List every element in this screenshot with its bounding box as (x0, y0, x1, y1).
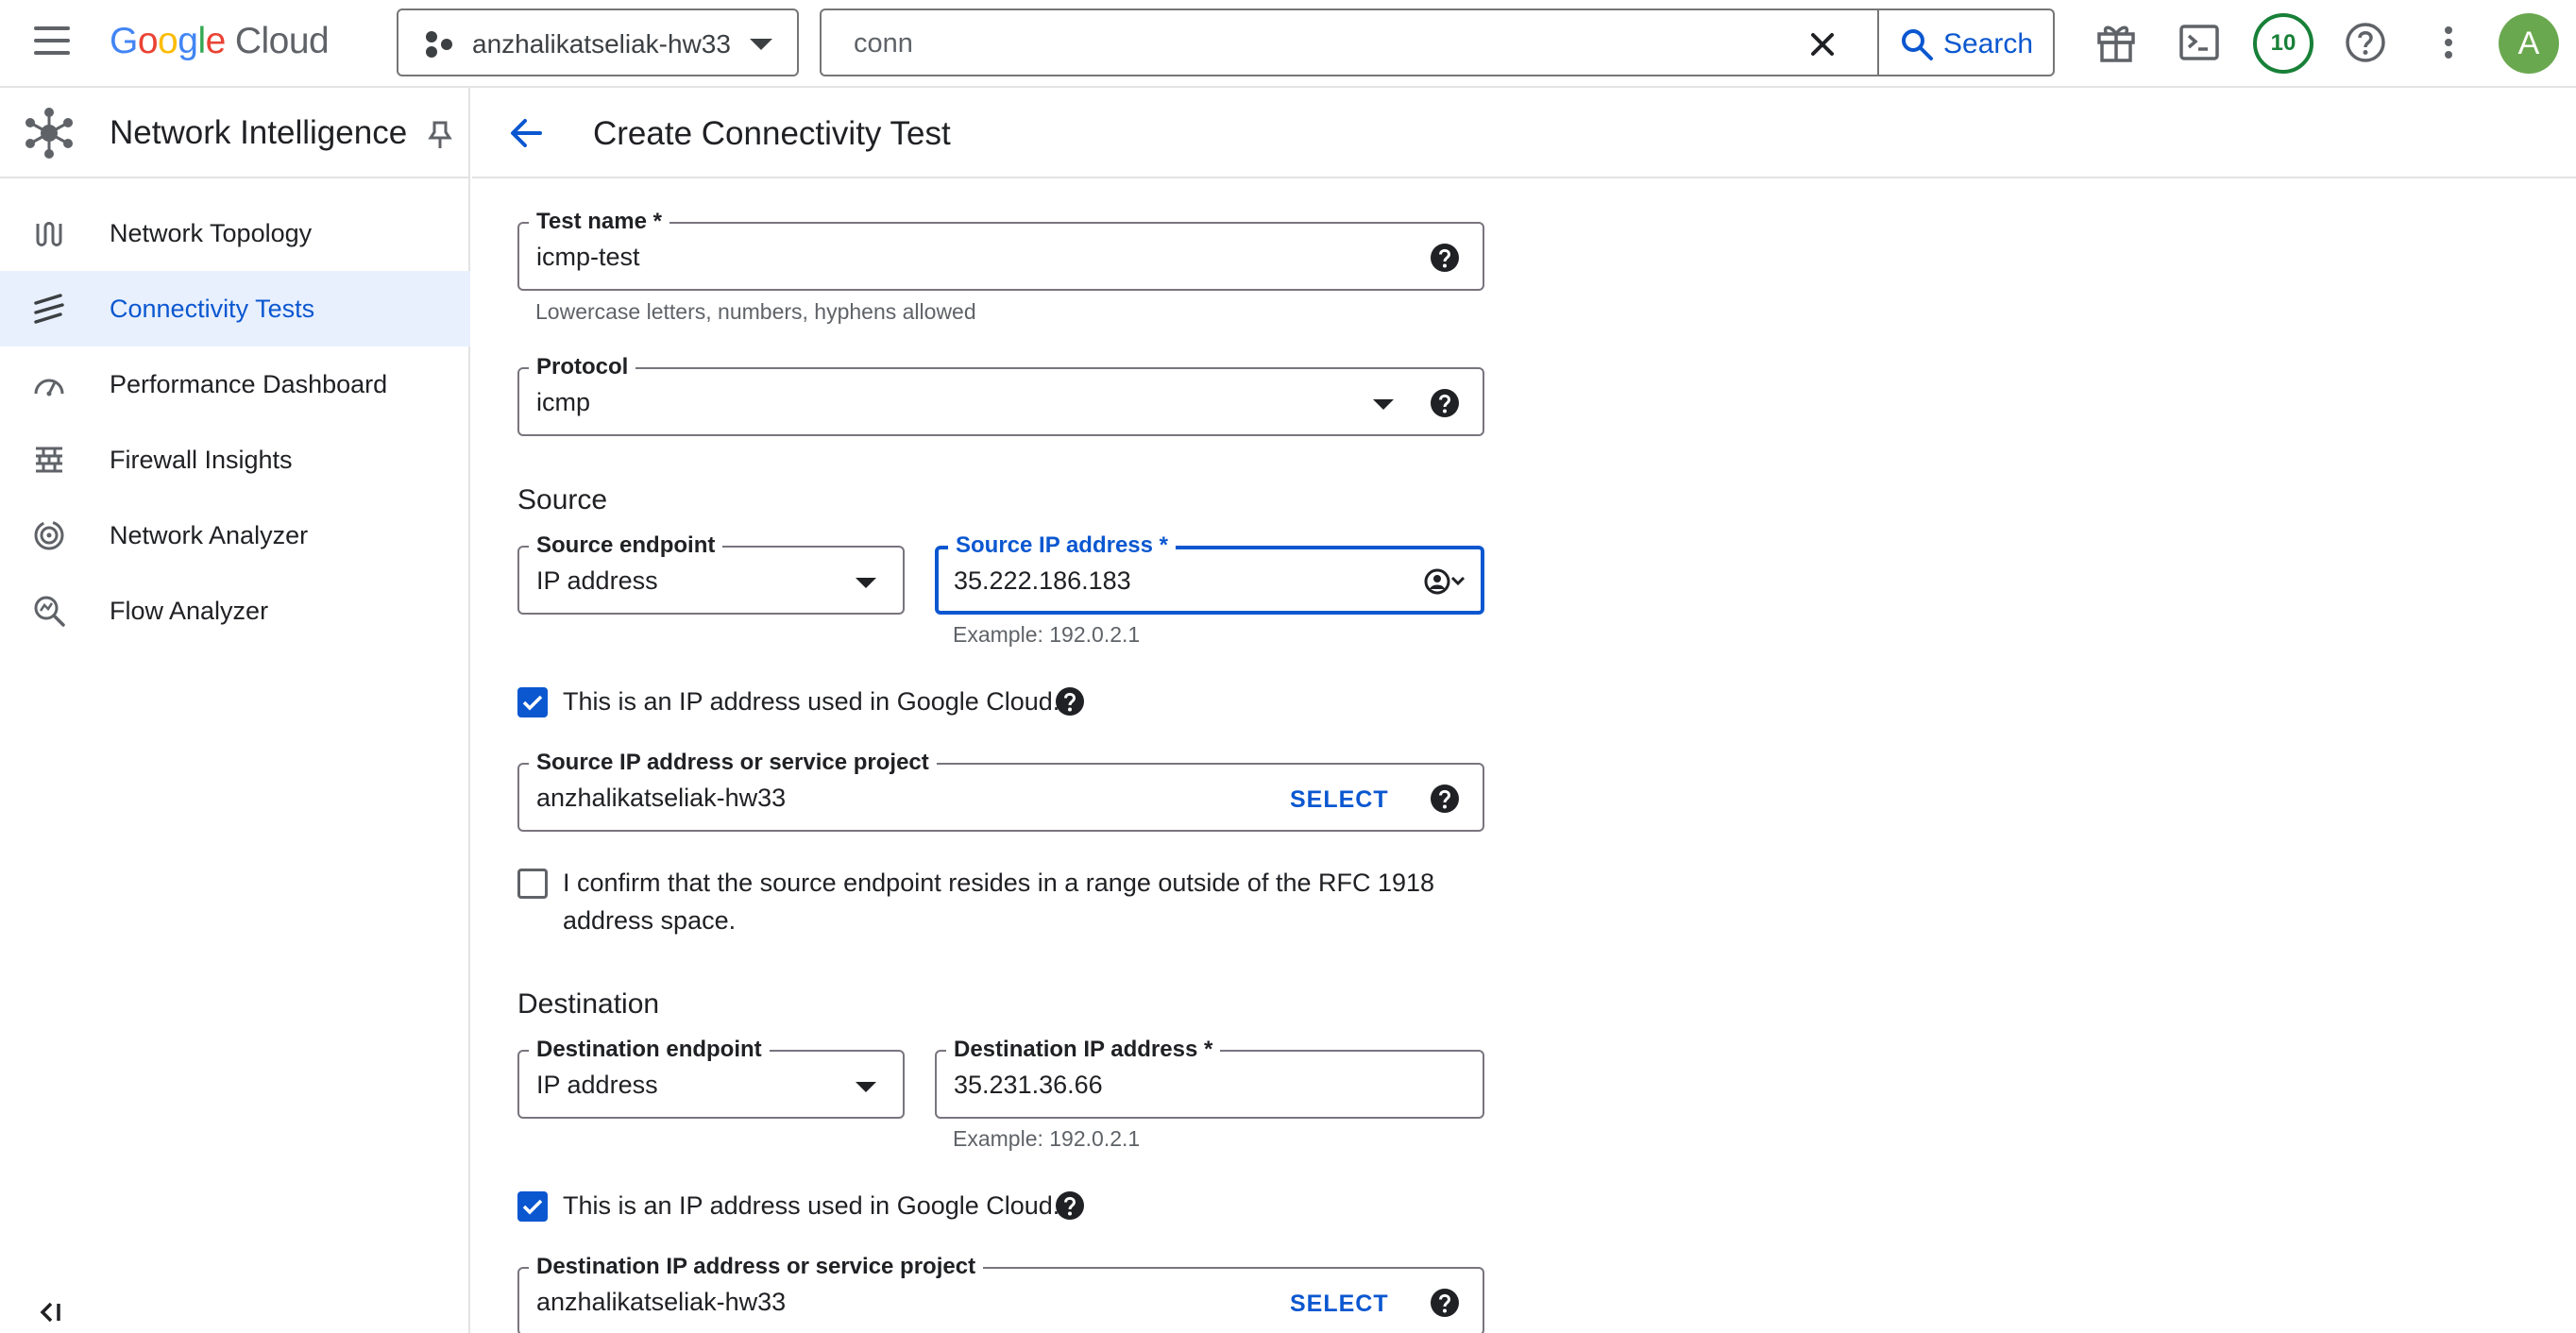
destination-endpoint-value: IP address (536, 1071, 658, 1099)
project-picker[interactable]: anzhalikatseliak-hw33 (397, 8, 799, 76)
sidebar-item-label: Performance Dashboard (110, 370, 388, 398)
destination-gcloud-checkbox-label: This is an IP address used in Google Clo… (563, 1191, 1060, 1220)
source-project-value: anzhalikatseliak-hw33 (536, 784, 787, 812)
top-bar: GoogleCloud anzhalikatseliak-hw33 Search… (0, 0, 2576, 88)
sidebar-item-flow-analyzer[interactable]: Flow Analyzer (0, 573, 470, 649)
test-name-value: icmp-test (536, 243, 640, 271)
source-endpoint-value: IP address (536, 566, 658, 595)
logo-cloud-text: Cloud (234, 21, 330, 61)
sidebar-item-firewall-insights[interactable]: Firewall Insights (0, 422, 470, 498)
destination-endpoint-label: Destination endpoint (529, 1037, 770, 1063)
help-icon[interactable] (1430, 243, 1460, 273)
source-gcloud-checkbox-label: This is an IP address used in Google Clo… (563, 687, 1060, 716)
test-name-label: Test name * (529, 209, 669, 235)
source-project-field[interactable]: Source IP address or service project anz… (517, 750, 1484, 832)
destination-project-select-button[interactable]: SELECT (1290, 1290, 1389, 1318)
source-ip-hint: Example: 192.0.2.1 (953, 622, 1141, 647)
network-analyzer-icon (34, 520, 64, 550)
source-project-label: Source IP address or service project (529, 750, 937, 776)
source-heading: Source (517, 484, 608, 515)
sidebar-item-performance-dashboard[interactable]: Performance Dashboard (0, 346, 470, 422)
search-icon (1902, 29, 1933, 60)
source-endpoint-label: Source endpoint (529, 532, 723, 559)
search-box (820, 8, 1877, 76)
test-name-hint: Lowercase letters, numbers, hyphens allo… (535, 299, 976, 324)
sidebar-item-connectivity-tests[interactable]: Connectivity Tests (0, 271, 470, 346)
protocol-value: icmp (536, 388, 591, 416)
logo-google-text: Google (110, 21, 226, 61)
destination-project-label: Destination IP address or service projec… (529, 1254, 984, 1280)
rfc1918-checkbox-label-line1: I confirm that the source endpoint resid… (563, 869, 1435, 897)
sidebar: Network Intelligence Network Topology Co… (0, 88, 470, 1333)
connectivity-tests-icon (34, 294, 64, 324)
flow-analyzer-icon (34, 596, 65, 627)
notifications-badge[interactable]: 10 (2253, 13, 2313, 74)
test-name-field[interactable]: Test name * icmp-test (517, 209, 1484, 291)
help-icon[interactable] (1055, 1190, 1085, 1221)
help-icon[interactable] (1055, 686, 1085, 717)
account-dropdown-icon[interactable] (1418, 565, 1471, 599)
source-gcloud-checkbox[interactable] (517, 687, 548, 717)
help-icon[interactable] (1430, 784, 1460, 814)
sidebar-item-label: Network Topology (110, 219, 313, 247)
network-intelligence-icon (25, 108, 73, 159)
sidebar-item-network-analyzer[interactable]: Network Analyzer (0, 498, 470, 573)
project-icon (426, 31, 452, 58)
sidebar-item-label: Firewall Insights (110, 446, 293, 474)
destination-gcloud-checkbox[interactable] (517, 1191, 548, 1222)
check-icon (522, 1199, 543, 1215)
source-ip-field[interactable]: Source IP address * 35.222.186.183 (935, 532, 1484, 615)
page-header: Create Connectivity Test (472, 88, 2576, 178)
sidebar-item-network-topology[interactable]: Network Topology (0, 195, 470, 271)
protocol-label: Protocol (529, 354, 636, 380)
help-icon[interactable] (1430, 1288, 1460, 1318)
search-button-label: Search (1943, 28, 2034, 59)
cloud-shell-icon[interactable] (2178, 21, 2221, 64)
rfc1918-checkbox[interactable] (517, 869, 548, 899)
source-ip-label: Source IP address * (948, 532, 1176, 559)
sidebar-item-label: Connectivity Tests (110, 295, 315, 323)
destination-endpoint-select[interactable]: Destination endpoint IP address (517, 1037, 905, 1119)
firewall-insights-icon (36, 447, 62, 473)
sidebar-item-label: Flow Analyzer (110, 597, 269, 625)
google-cloud-logo[interactable]: Google Cloud (110, 17, 330, 66)
source-endpoint-select[interactable]: Source endpoint IP address (517, 532, 905, 615)
gift-icon[interactable] (2094, 21, 2138, 64)
help-icon[interactable] (2344, 21, 2387, 64)
project-name: anzhalikatseliak-hw33 (472, 29, 731, 59)
chevron-down-icon (856, 578, 876, 588)
rfc1918-checkbox-label-line2: address space. (563, 906, 737, 935)
search-button[interactable]: Search (1877, 8, 2055, 76)
chevron-down-icon (856, 1082, 876, 1092)
check-icon (522, 695, 543, 711)
pin-icon[interactable] (427, 120, 453, 150)
sidebar-header: Network Intelligence (0, 88, 470, 178)
search-input[interactable] (854, 24, 1703, 63)
help-icon[interactable] (1430, 388, 1460, 418)
chevron-down-icon (750, 39, 772, 50)
back-arrow-icon[interactable] (508, 116, 544, 150)
source-project-select-button[interactable]: SELECT (1290, 785, 1389, 814)
sidebar-item-label: Network Analyzer (110, 521, 309, 549)
network-topology-icon (36, 222, 62, 246)
destination-ip-label: Destination IP address * (946, 1037, 1221, 1063)
collapse-sidebar-icon[interactable] (36, 1300, 62, 1325)
source-ip-value: 35.222.186.183 (954, 566, 1131, 595)
sidebar-title: Network Intelligence (110, 114, 408, 151)
main-menu-icon[interactable] (34, 26, 70, 59)
page-title: Create Connectivity Test (593, 115, 951, 152)
destination-project-value: anzhalikatseliak-hw33 (536, 1288, 787, 1316)
clear-search-icon[interactable] (1804, 25, 1841, 63)
avatar[interactable]: A (2499, 13, 2559, 74)
protocol-select[interactable]: Protocol icmp (517, 354, 1484, 436)
more-vert-icon[interactable] (2427, 21, 2470, 64)
destination-ip-field[interactable]: Destination IP address * 35.231.36.66 (935, 1037, 1484, 1119)
chevron-down-icon (1373, 399, 1394, 410)
destination-ip-value: 35.231.36.66 (954, 1071, 1103, 1099)
destination-ip-hint: Example: 192.0.2.1 (953, 1126, 1141, 1151)
destination-heading: Destination (517, 988, 660, 1020)
destination-project-field[interactable]: Destination IP address or service projec… (517, 1254, 1484, 1333)
performance-dashboard-icon (34, 379, 64, 397)
